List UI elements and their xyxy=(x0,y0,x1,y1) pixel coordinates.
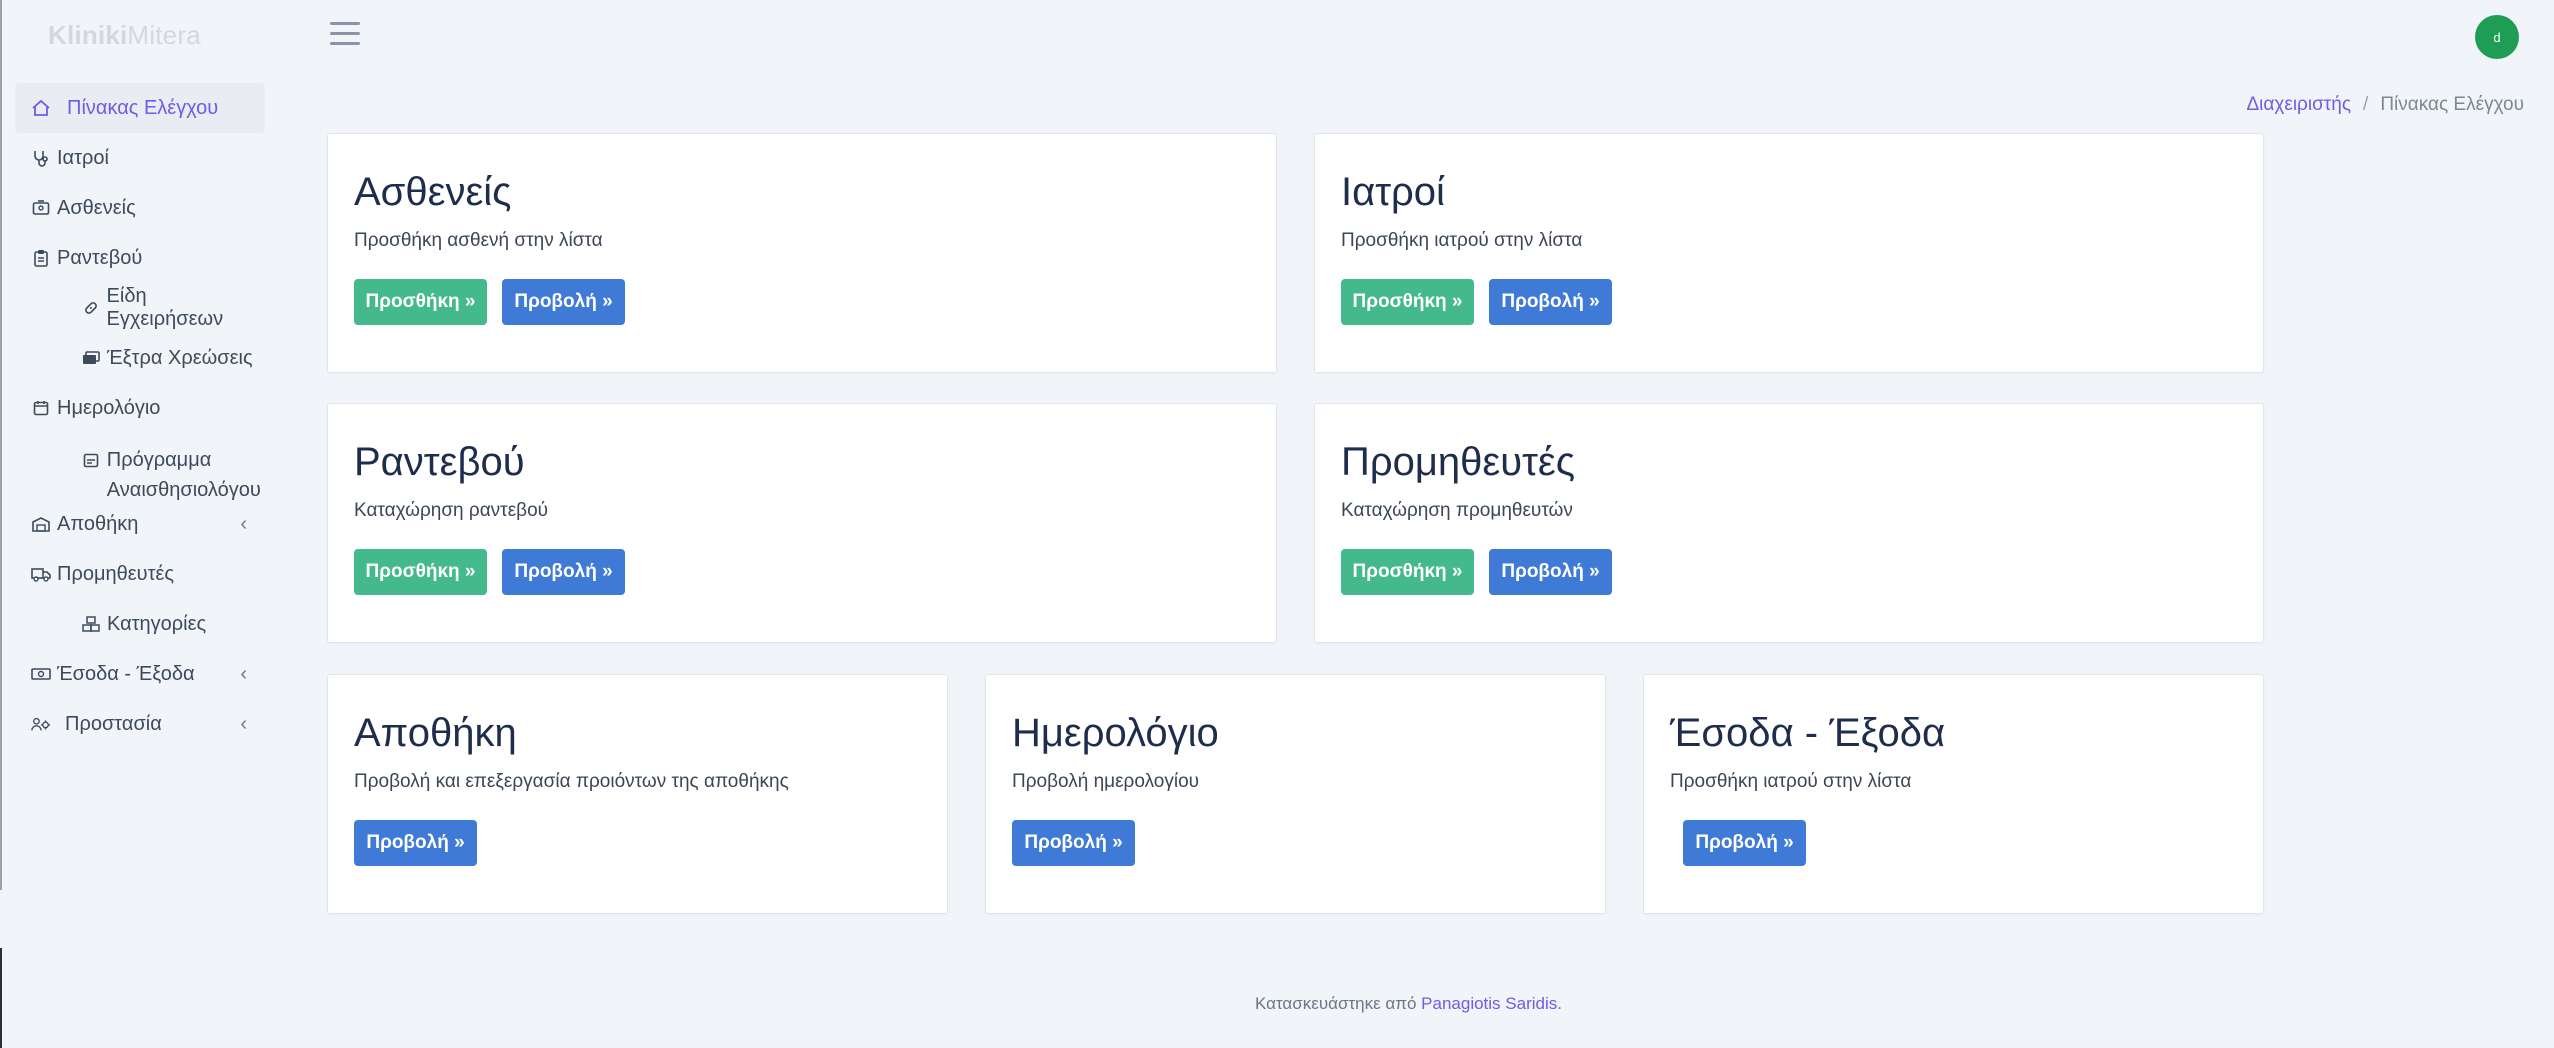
sidebar-item-label: Κατηγορίες xyxy=(107,612,207,635)
sidebar-item-warehouse[interactable]: Αποθήκη ‹ xyxy=(15,499,265,549)
sidebar: Πίνακας Ελέγχου Ιατροί Ασθενείς Ραντεβού… xyxy=(15,83,265,749)
sidebar-item-label: Ιατροί xyxy=(57,146,109,169)
window-edge-dark xyxy=(0,948,2,1048)
card-calendar: Ημερολόγιο Προβολή ημερολογίου Προβολή » xyxy=(985,674,1606,914)
view-suppliers-button[interactable]: Προβολή » xyxy=(1489,549,1612,595)
id-card-icon xyxy=(31,199,51,217)
card-description: Προσθήκη ιατρού στην λίστα xyxy=(1341,230,1583,251)
sidebar-item-label: Προστασία xyxy=(65,712,162,735)
card-description: Προσθήκη ιατρού στην λίστα xyxy=(1670,771,1912,792)
chevron-left-icon: ‹ xyxy=(240,512,247,535)
sidebar-item-categories[interactable]: Κατηγορίες xyxy=(15,599,265,649)
sidebar-item-doctors[interactable]: Ιατροί xyxy=(15,133,265,183)
sidebar-item-anesthesiologist-schedule[interactable]: Πρόγραμμα Αναισθησιολόγου xyxy=(15,433,265,501)
sidebar-item-label: Είδη Εγχειρήσεων xyxy=(106,285,224,330)
clipboard-icon xyxy=(31,249,51,267)
home-icon xyxy=(31,99,51,117)
sidebar-item-protection[interactable]: Προστασία ‹ xyxy=(15,699,265,749)
user-avatar[interactable]: d xyxy=(2475,15,2519,59)
chevron-left-icon: ‹ xyxy=(240,662,247,685)
add-appointment-button[interactable]: Προσθήκη » xyxy=(354,549,487,595)
card-description: Καταχώρηση ραντεβού xyxy=(354,500,549,521)
breadcrumb: Διαχειριστής / Πίνακας Ελέγχου xyxy=(2246,94,2524,116)
card-patients: Ασθενείς Προσθήκη ασθενή στην λίστα Προσ… xyxy=(327,133,1277,373)
truck-icon xyxy=(31,565,51,583)
add-doctor-button[interactable]: Προσθήκη » xyxy=(1341,279,1474,325)
card-warehouse: Αποθήκη Προβολή και επεξεργασία προιόντω… xyxy=(327,674,948,914)
sidebar-item-label: Πρόγραμμα Αναισθησιολόγου xyxy=(106,449,261,501)
breadcrumb-admin-link[interactable]: Διαχειριστής xyxy=(2246,94,2351,115)
footer: Κατασκευάστηκε από Panagiotis Saridis. xyxy=(1255,994,1562,1014)
card-description: Προβολή και επεξεργασία προιόντων της απ… xyxy=(354,771,789,792)
warehouse-icon xyxy=(31,515,51,533)
card-title: Ημερολόγιο xyxy=(1012,711,1219,755)
sidebar-item-label: Ημερολόγιο xyxy=(57,396,161,419)
sidebar-item-label: Αποθήκη xyxy=(57,512,139,535)
schedule-icon xyxy=(81,451,101,469)
view-appointments-button[interactable]: Προβολή » xyxy=(502,549,625,595)
boxes-icon xyxy=(81,615,101,633)
money-icon xyxy=(81,349,101,367)
sidebar-item-label: Έσοδα - Έξοδα xyxy=(57,662,195,685)
card-description: Προσθήκη ασθενή στην λίστα xyxy=(354,230,603,251)
sidebar-item-label: Προμηθευτές xyxy=(57,562,175,585)
sidebar-item-label: Ραντεβού xyxy=(57,246,143,269)
chevron-left-icon: ‹ xyxy=(240,712,247,735)
card-title: Ασθενείς xyxy=(354,170,512,214)
card-title: Προμηθευτές xyxy=(1341,440,1576,484)
view-income-expenses-button[interactable]: Προβολή » xyxy=(1683,820,1806,866)
footer-author-link[interactable]: Panagiotis Saridis xyxy=(1421,994,1557,1013)
sidebar-item-extra-charges[interactable]: Έξτρα Χρεώσεις xyxy=(15,333,265,383)
sidebar-item-label: Έξτρα Χρεώσεις xyxy=(107,346,253,369)
card-title: Ραντεβού xyxy=(354,440,525,484)
sidebar-item-appointments[interactable]: Ραντεβού xyxy=(15,233,265,283)
footer-text: Κατασκευάστηκε από xyxy=(1255,994,1417,1013)
view-patients-button[interactable]: Προβολή » xyxy=(502,279,625,325)
cash-icon xyxy=(31,665,51,683)
card-doctors: Ιατροί Προσθήκη ιατρού στην λίστα Προσθή… xyxy=(1314,133,2264,373)
breadcrumb-current: Πίνακας Ελέγχου xyxy=(2380,94,2524,115)
users-cog-icon xyxy=(31,715,51,733)
add-patient-button[interactable]: Προσθήκη » xyxy=(354,279,487,325)
view-warehouse-button[interactable]: Προβολή » xyxy=(354,820,477,866)
card-description: Καταχώρηση προμηθευτών xyxy=(1341,500,1573,521)
sidebar-item-label: Πίνακας Ελέγχου xyxy=(67,96,219,119)
card-suppliers: Προμηθευτές Καταχώρηση προμηθευτών Προσθ… xyxy=(1314,403,2264,643)
calendar-icon xyxy=(31,399,51,417)
card-appointments: Ραντεβού Καταχώρηση ραντεβού Προσθήκη » … xyxy=(327,403,1277,643)
card-title: Έσοδα - Έξοδα xyxy=(1670,711,1946,755)
sidebar-item-label: Ασθενείς xyxy=(57,196,136,219)
bandage-icon xyxy=(81,299,101,317)
add-supplier-button[interactable]: Προσθήκη » xyxy=(1341,549,1474,595)
sidebar-item-calendar[interactable]: Ημερολόγιο xyxy=(15,383,265,433)
stethoscope-icon xyxy=(31,149,51,167)
sidebar-item-patients[interactable]: Ασθενείς xyxy=(15,183,265,233)
sidebar-item-suppliers[interactable]: Προμηθευτές xyxy=(15,549,265,599)
footer-end: . xyxy=(1557,994,1562,1013)
sidebar-item-income-expenses[interactable]: Έσοδα - Έξοδα ‹ xyxy=(15,649,265,699)
window-edge xyxy=(0,0,2,890)
breadcrumb-separator: / xyxy=(2363,94,2369,115)
sidebar-item-surgery-types[interactable]: Είδη Εγχειρήσεων xyxy=(15,283,265,333)
card-title: Αποθήκη xyxy=(354,711,517,755)
card-income-expenses: Έσοδα - Έξοδα Προσθήκη ιατρού στην λίστα… xyxy=(1643,674,2264,914)
app-logo[interactable]: KlinikiMitera xyxy=(48,20,201,51)
card-title: Ιατροί xyxy=(1341,170,1445,214)
sidebar-item-dashboard[interactable]: Πίνακας Ελέγχου xyxy=(15,83,265,133)
card-description: Προβολή ημερολογίου xyxy=(1012,771,1200,792)
menu-toggle-icon[interactable] xyxy=(330,22,360,48)
view-calendar-button[interactable]: Προβολή » xyxy=(1012,820,1135,866)
view-doctors-button[interactable]: Προβολή » xyxy=(1489,279,1612,325)
